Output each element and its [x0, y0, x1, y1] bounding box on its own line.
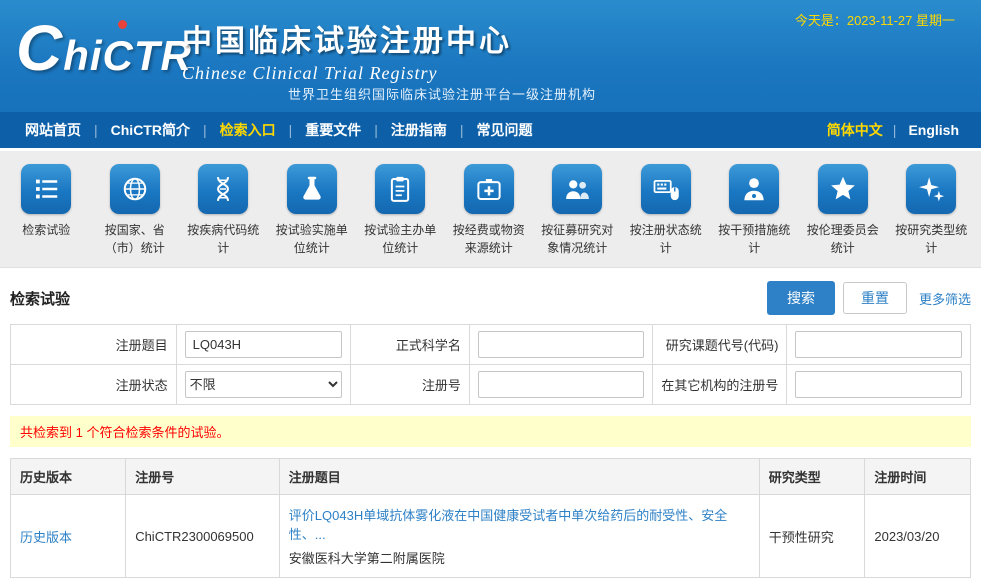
lang-zh-link[interactable]: 简体中文	[817, 120, 893, 140]
star-icon	[818, 164, 868, 214]
site-title-zh: 中国临床试验注册中心	[182, 16, 512, 60]
globe-icon	[110, 164, 160, 214]
toolbar-label: 按征募研究对象情况统计	[533, 221, 622, 257]
form-row-2: 注册状态 不限 注册号 在其它机构的注册号	[11, 365, 971, 405]
col-history: 历史版本	[11, 459, 126, 495]
toolbar-label: 按试验实施单位统计	[268, 221, 357, 257]
medkit-icon	[464, 164, 514, 214]
reg-title-input[interactable]	[185, 331, 342, 358]
more-filters-link[interactable]: 更多筛选	[919, 289, 971, 308]
search-section-header: 检索试验 搜索 重置 更多筛选	[10, 281, 971, 315]
toolbar-label: 按疾病代码统计	[179, 221, 268, 257]
reg-title-label: 注册题目	[11, 325, 177, 365]
col-study-type: 研究类型	[759, 459, 865, 495]
nav-item-faq[interactable]: 常见问题	[464, 120, 546, 140]
toolbar-label: 按研究类型统计	[887, 221, 976, 257]
toolbar-item-by-recruitment[interactable]: 按征募研究对象情况统计	[533, 164, 622, 257]
col-reg-number: 注册号	[126, 459, 280, 495]
toolbar-item-by-funding-source[interactable]: 按经费或物资来源统计	[445, 164, 534, 257]
toolbar-label: 按经费或物资来源统计	[445, 221, 534, 257]
nav-item-home[interactable]: 网站首页	[12, 120, 94, 140]
reg-status-select[interactable]: 不限	[185, 371, 342, 398]
results-header-row: 历史版本 注册号 注册题目 研究类型 注册时间	[11, 459, 971, 495]
flask-icon	[287, 164, 337, 214]
toolbar-item-search-trials[interactable]: 检索试验	[2, 164, 91, 239]
reg-status-label: 注册状态	[11, 365, 177, 405]
other-reg-number-label: 在其它机构的注册号	[653, 365, 787, 405]
scientific-name-label: 正式科学名	[350, 325, 469, 365]
logo-accent-dot	[118, 20, 127, 29]
toolbar-item-by-ethics-committee[interactable]: 按伦理委员会统计	[799, 164, 888, 257]
toolbar-item-by-registration-status[interactable]: 按注册状态统计	[622, 164, 711, 257]
toolbar-label: 按注册状态统计	[622, 221, 711, 257]
toolbar-item-by-implementing-unit[interactable]: 按试验实施单位统计	[268, 164, 357, 257]
toolbar-item-by-intervention[interactable]: 按干预措施统计	[710, 164, 799, 257]
trial-study-type: 干预性研究	[759, 495, 865, 578]
toolbar-item-by-country[interactable]: 按国家、省（市）统计	[91, 164, 180, 257]
stats-toolbar: 检索试验 按国家、省（市）统计 按疾病代码统计 按试验实施单位统计 按试验主办单…	[0, 151, 981, 268]
search-form: 注册题目 正式科学名 研究课题代号(代码) 注册状态 不限 注册号 在其它机构的…	[10, 324, 971, 405]
nav-item-about[interactable]: ChiCTR简介	[98, 120, 203, 140]
trial-institution: 安徽医科大学第二附属医院	[289, 548, 750, 567]
col-reg-date: 注册时间	[865, 459, 971, 495]
trial-title-link[interactable]: 评价LQ043H单域抗体雾化液在中国健康受试者中单次给药后的耐受性、安全性、..…	[289, 508, 727, 542]
lang-en-link[interactable]: English	[896, 122, 969, 138]
history-version-link[interactable]: 历史版本	[20, 530, 72, 545]
main-nav: 网站首页 | ChiCTR简介 | 检索入口 | 重要文件 | 注册指南 | 常…	[0, 112, 981, 148]
col-reg-title: 注册题目	[279, 459, 759, 495]
project-code-label: 研究课题代号(代码)	[653, 325, 787, 365]
trial-reg-date: 2023/03/20	[865, 495, 971, 578]
people-icon	[552, 164, 602, 214]
toolbar-item-by-study-type[interactable]: 按研究类型统计	[887, 164, 976, 257]
clipboard-icon	[375, 164, 425, 214]
chictr-logo[interactable]: ChiCTR	[16, 16, 192, 80]
reg-number-label: 注册号	[350, 365, 469, 405]
reg-number-input[interactable]	[478, 371, 645, 398]
result-count-banner: 共检索到 1 个符合检索条件的试验。	[10, 416, 971, 447]
dna-icon	[198, 164, 248, 214]
other-reg-number-input[interactable]	[795, 371, 962, 398]
nav-item-search-entry[interactable]: 检索入口	[207, 120, 289, 140]
nav-item-guide[interactable]: 注册指南	[378, 120, 460, 140]
keyboard-mouse-icon	[641, 164, 691, 214]
search-button[interactable]: 搜索	[767, 281, 835, 315]
header-titles: 中国临床试验注册中心 Chinese Clinical Trial Regist…	[182, 16, 512, 84]
toolbar-label: 按伦理委员会统计	[799, 221, 888, 257]
toolbar-label: 按干预措施统计	[710, 221, 799, 257]
search-actions: 搜索 重置 更多筛选	[767, 281, 971, 315]
nav-item-documents[interactable]: 重要文件	[292, 120, 374, 140]
nav-language-switch: 简体中文 | English	[817, 120, 969, 140]
site-header: ChiCTR 中国临床试验注册中心 Chinese Clinical Trial…	[0, 0, 981, 112]
search-section-title: 检索试验	[10, 288, 70, 309]
table-row: 历史版本 ChiCTR2300069500 评价LQ043H单域抗体雾化液在中国…	[11, 495, 971, 578]
project-code-input[interactable]	[795, 331, 962, 358]
toolbar-item-by-disease-code[interactable]: 按疾病代码统计	[179, 164, 268, 257]
reset-button[interactable]: 重置	[843, 282, 907, 314]
toolbar-item-by-sponsor-unit[interactable]: 按试验主办单位统计	[356, 164, 445, 257]
doctor-icon	[729, 164, 779, 214]
trial-reg-number: ChiCTR2300069500	[126, 495, 280, 578]
toolbar-label: 按国家、省（市）统计	[91, 221, 180, 257]
scientific-name-input[interactable]	[478, 331, 645, 358]
sparkles-icon	[906, 164, 956, 214]
content: 检索试验 搜索 重置 更多筛选 注册题目 正式科学名 研究课题代号(代码) 注册…	[0, 281, 981, 578]
site-title-en: Chinese Clinical Trial Registry	[182, 63, 512, 84]
form-row-1: 注册题目 正式科学名 研究课题代号(代码)	[11, 325, 971, 365]
list-123-icon	[21, 164, 71, 214]
toolbar-label: 按试验主办单位统计	[356, 221, 445, 257]
who-registry-line: 世界卫生组织国际临床试验注册平台一级注册机构	[288, 84, 596, 103]
today-date: 今天是：2023-11-27 星期一	[795, 10, 955, 29]
results-table: 历史版本 注册号 注册题目 研究类型 注册时间 历史版本 ChiCTR23000…	[10, 458, 971, 578]
toolbar-label: 检索试验	[2, 221, 91, 239]
